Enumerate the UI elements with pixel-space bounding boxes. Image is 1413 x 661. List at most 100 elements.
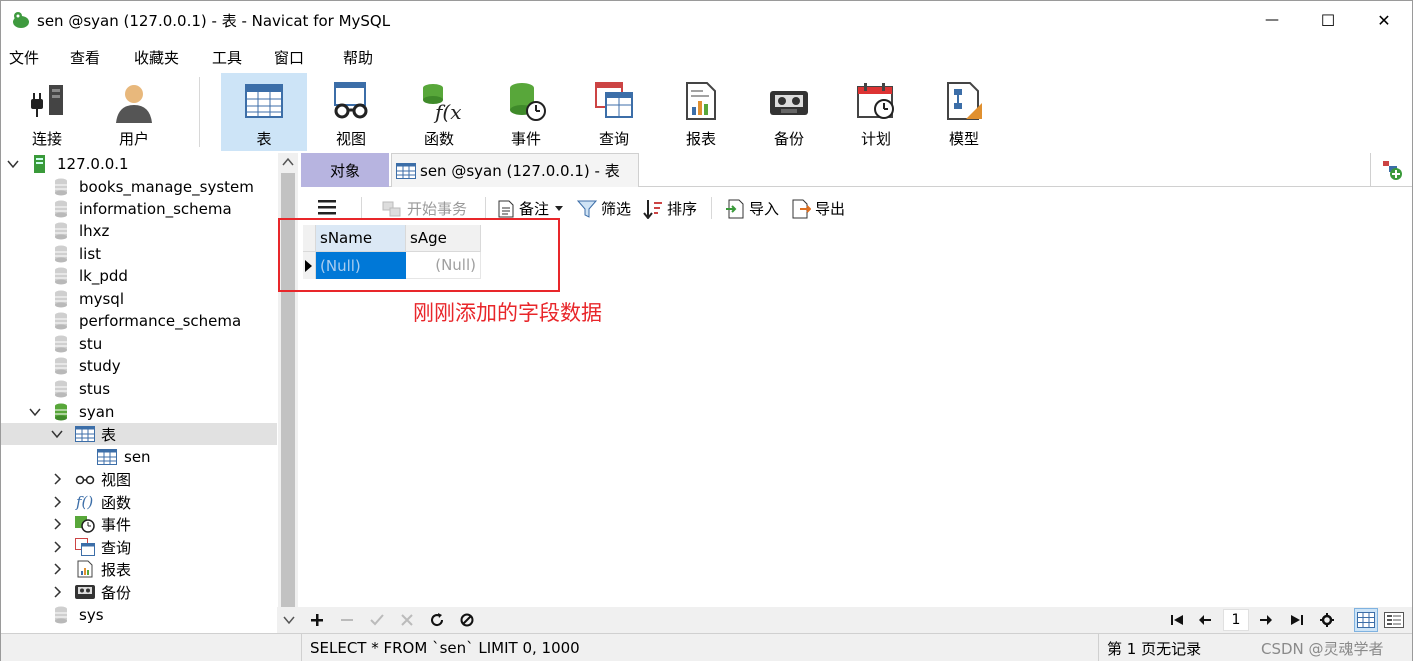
query-button[interactable]: 查询 [571,73,657,151]
last-page-button[interactable] [1289,612,1305,628]
tree-db[interactable]: books_manage_system [1,176,277,198]
chevron-down-icon[interactable] [29,406,41,418]
tree-db[interactable]: sys [1,604,277,626]
menu-window[interactable]: 窗口 [274,47,304,68]
menu-favorites[interactable]: 收藏夹 [134,47,179,68]
event-label: 事件 [510,130,541,148]
toolbar-divider [485,197,486,219]
memo-button[interactable]: 备注 [497,198,564,219]
settings-button[interactable] [1319,612,1335,628]
export-button[interactable]: 导出 [791,198,845,219]
menu-file[interactable]: 文件 [9,47,39,68]
next-page-button[interactable] [1258,612,1274,628]
status-bar: SELECT * FROM `sen` LIMIT 0, 1000 第 1 页无… [1,633,1412,661]
tab-objects[interactable]: 对象 [301,153,389,187]
caret-down-icon[interactable] [555,205,564,212]
user-button[interactable]: 用户 [91,73,177,151]
view-button[interactable]: 视图 [308,73,394,151]
status-page-info: 第 1 页无记录 [1098,634,1201,661]
tree-tables-node[interactable]: 表 [1,423,277,445]
tree-db[interactable]: stu [1,333,277,355]
connection-tree: 127.0.0.1 books_manage_system informatio… [1,153,277,633]
function-button[interactable]: f(x) 函数 [396,73,482,151]
database-icon [55,267,67,285]
tree-queries-node[interactable]: 查询 [1,536,277,558]
schedule-button[interactable]: 计划 [833,73,919,151]
tree-db[interactable]: lhxz [1,220,277,242]
tree-connection-label: 127.0.0.1 [57,155,129,173]
export-label: 导出 [815,200,846,218]
report-button[interactable]: 报表 [658,73,744,151]
query-icon [75,538,95,556]
chevron-right-icon[interactable] [51,496,63,508]
sort-button[interactable]: 排序 [643,198,697,219]
add-record-button[interactable] [309,612,325,628]
memo-icon [498,200,514,217]
table-label: 表 [256,130,272,148]
tab-table-sen[interactable]: sen @syan (127.0.0.1) - 表 [391,153,639,187]
model-button[interactable]: 模型 [921,73,1007,151]
export-icon [792,199,811,218]
refresh-button[interactable] [429,612,445,628]
grid-view-button[interactable] [1354,608,1378,632]
discard-changes-button[interactable] [399,612,415,628]
import-icon [726,199,744,218]
menu-help[interactable]: 帮助 [343,47,373,68]
close-button[interactable]: ✕ [1356,1,1412,39]
stop-button[interactable] [459,612,475,628]
tree-db[interactable]: mysql [1,288,277,310]
minimize-button[interactable]: — [1244,1,1300,39]
chevron-right-icon[interactable] [51,586,63,598]
table-button[interactable]: 表 [221,73,307,151]
event-button[interactable]: 事件 [483,73,569,151]
title-bar: sen @syan (127.0.0.1) - 表 - Navicat for … [1,1,1412,39]
apply-changes-button[interactable] [369,612,385,628]
chevron-down-icon[interactable] [51,428,63,440]
chevron-right-icon[interactable] [51,518,63,530]
filter-button[interactable]: 筛选 [577,198,631,219]
form-view-button[interactable] [1383,611,1405,629]
delete-record-button[interactable] [339,612,355,628]
database-icon [55,222,67,240]
page-number-input[interactable]: 1 [1223,609,1249,631]
new-object-button[interactable] [1370,153,1412,187]
model-icon [947,82,982,120]
import-button[interactable]: 导入 [725,198,779,219]
menu-tools[interactable]: 工具 [212,47,242,68]
tree-table-sen[interactable]: sen [1,446,277,468]
tree-db[interactable]: list [1,243,277,265]
chevron-down-icon[interactable] [7,158,19,170]
tree-connection[interactable]: 127.0.0.1 [1,153,277,175]
chevron-right-icon[interactable] [51,473,63,485]
chevron-up-icon[interactable] [282,157,294,167]
menu-icon[interactable] [317,199,337,215]
tree-reports-node[interactable]: 报表 [1,558,277,580]
tree-db[interactable]: lk_pdd [1,265,277,287]
tree-scroll-bottom[interactable] [277,607,301,633]
connect-button[interactable]: 连接 [4,73,90,151]
server-icon [34,155,45,173]
first-page-button[interactable] [1169,612,1185,628]
prev-page-button[interactable] [1197,612,1213,628]
tree-db[interactable]: study [1,355,277,377]
table-icon [97,449,117,465]
chevron-down-icon[interactable] [283,615,295,625]
chevron-right-icon[interactable] [51,563,63,575]
maximize-button[interactable]: ☐ [1300,1,1356,39]
menu-view[interactable]: 查看 [70,47,100,68]
begin-transaction-button[interactable]: 开始事务 [381,198,467,219]
tree-db[interactable]: stus [1,378,277,400]
tree-events-node[interactable]: 事件 [1,513,277,535]
tree-db-label: mysql [79,290,124,308]
tree-views-node[interactable]: 视图 [1,468,277,490]
chevron-right-icon[interactable] [51,541,63,553]
tree-db[interactable]: information_schema [1,198,277,220]
tree-db[interactable]: performance_schema [1,310,277,332]
backup-button[interactable]: 备份 [746,73,832,151]
database-open-icon [55,403,67,421]
window-title: sen @syan (127.0.0.1) - 表 - Navicat for … [37,11,391,30]
tree-functions-node[interactable]: f() 函数 [1,491,277,513]
tree-db-open[interactable]: syan [1,401,277,423]
tree-backups-node[interactable]: 备份 [1,581,277,603]
database-icon [55,178,67,196]
